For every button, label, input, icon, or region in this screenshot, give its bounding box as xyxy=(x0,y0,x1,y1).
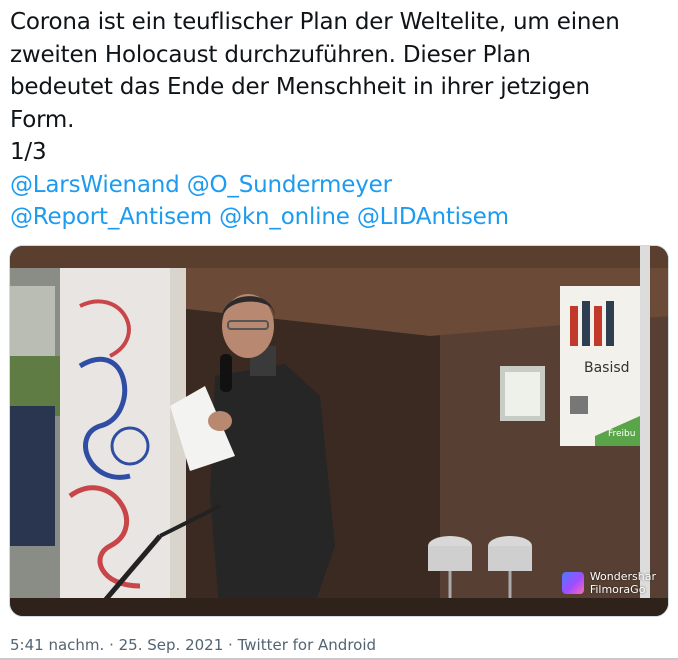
mention-link[interactable]: @LIDAntisem xyxy=(357,204,509,230)
tweet-line: bedeutet das Ende der Menschheit in ihre… xyxy=(10,74,590,100)
meta-separator: · xyxy=(109,636,114,654)
tweet-meta: 5:41 nachm. · 25. Sep. 2021 · Twitter fo… xyxy=(10,636,376,654)
filmora-logo-icon xyxy=(561,572,584,594)
tweet-line: 1/3 xyxy=(10,139,47,165)
tweet-source-link[interactable]: Twitter for Android xyxy=(238,636,376,654)
watermark-text: Wondershar FilmoraGo xyxy=(590,570,656,596)
watermark-line: FilmoraGo xyxy=(589,583,646,596)
mention-link[interactable]: @kn_online xyxy=(219,204,350,230)
video-frame: Basisd Freibu xyxy=(10,246,668,616)
tweet-date-link[interactable]: 25. Sep. 2021 xyxy=(119,636,224,654)
mention-link[interactable]: @Report_Antisem xyxy=(10,204,212,230)
tweet-video[interactable]: Basisd Freibu Wondershar FilmoraGo xyxy=(9,245,669,617)
tweet-line: Corona ist ein teuflischer Plan der Welt… xyxy=(10,9,620,35)
watermark-line: Wondershar xyxy=(589,570,656,583)
banner-green-text: Freibu xyxy=(608,429,635,439)
tweet-text: Corona ist ein teuflischer Plan der Welt… xyxy=(10,6,670,234)
filmora-watermark: Wondershar FilmoraGo xyxy=(561,570,656,596)
meta-separator: · xyxy=(228,636,233,654)
tweet-line: zweiten Holocaust durchzuführen. Dieser … xyxy=(10,41,531,68)
mention-link[interactable]: @LarsWienand xyxy=(10,172,180,198)
tweet-line: Form. xyxy=(10,106,75,133)
banner-text: Basisd xyxy=(584,360,630,376)
mentions-row: @LarsWienand @O_Sundermeyer xyxy=(10,169,670,202)
tweet-time-link[interactable]: 5:41 nachm. xyxy=(10,636,104,654)
mentions-row: @Report_Antisem @kn_online @LIDAntisem xyxy=(10,201,670,234)
mention-link[interactable]: @O_Sundermeyer xyxy=(187,172,392,198)
